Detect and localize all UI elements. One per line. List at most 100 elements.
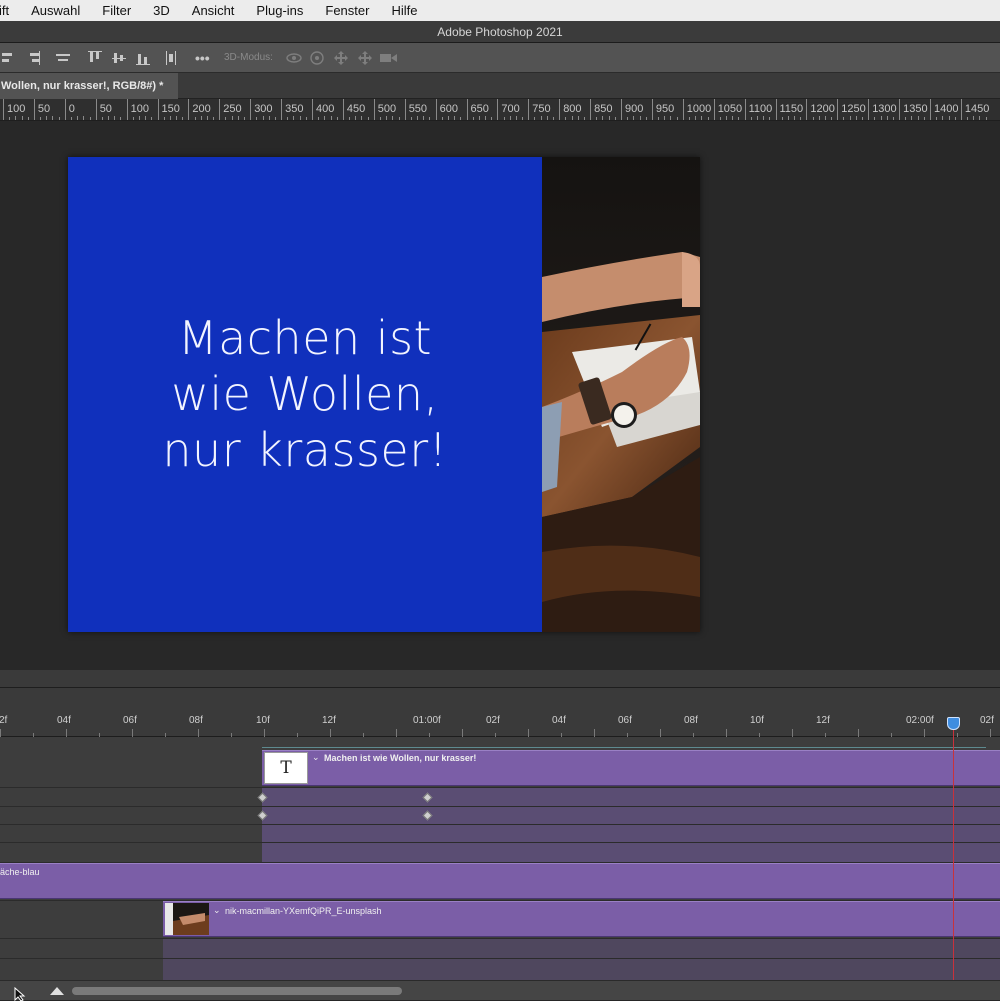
menu-hilfe[interactable]: Hilfe xyxy=(379,3,427,18)
horizontal-ruler: 100 50 0 50 100 150 200 250 300 350 400 450 500 550 60… xyxy=(0,99,1000,121)
3d-pan-icon[interactable] xyxy=(334,51,348,65)
ruler-minor-tick xyxy=(726,116,728,120)
chevron-down-icon[interactable]: ⌄ xyxy=(213,905,221,916)
align-bottom-edges-icon[interactable] xyxy=(136,51,150,65)
image-layer-label: nik-macmillan-YXemfQiPR_E-unsplash xyxy=(225,906,382,916)
align-vertical-centers-icon[interactable] xyxy=(112,51,126,65)
menu-filter[interactable]: Filter xyxy=(90,3,141,18)
ruler-label: 1250 xyxy=(841,103,866,115)
ruler-minor-tick xyxy=(287,117,289,120)
timeline-ruler-label: 02:00f xyxy=(906,715,934,726)
align-horizontal-centers-icon[interactable] xyxy=(28,51,42,65)
ruler-minor-tick xyxy=(21,116,23,120)
ruler-tick xyxy=(64,99,66,120)
ruler-tick xyxy=(744,99,746,120)
text-layer-thumbnail: T xyxy=(264,752,308,784)
timeline-ruler-label: 06f xyxy=(618,715,632,726)
document-tab[interactable]: Wollen, nur krasser!, RGB/8#) * xyxy=(0,73,178,99)
headline-text: Machen ist wie Wollen, nur krasser! xyxy=(162,310,447,478)
ruler-minor-tick xyxy=(942,116,944,120)
3d-camera-icon[interactable] xyxy=(380,52,398,64)
ruler-label: 1400 xyxy=(934,103,959,115)
ruler-minor-tick xyxy=(77,116,79,120)
ruler-minor-tick xyxy=(194,117,196,120)
align-right-edges-icon[interactable] xyxy=(56,51,70,65)
ruler-minor-tick xyxy=(763,116,765,120)
ruler-minor-tick xyxy=(794,116,796,120)
fill-layer-clip[interactable] xyxy=(0,863,1000,899)
headline-line-3: nur krasser! xyxy=(162,422,448,477)
ruler-label: 500 xyxy=(377,103,397,115)
ruler-tick xyxy=(435,99,437,120)
ruler-label: 950 xyxy=(655,103,675,115)
ruler-minor-tick xyxy=(472,117,474,120)
ruler-minor-tick xyxy=(892,117,894,120)
ruler-minor-tick xyxy=(200,116,202,120)
fill-layer-label: äche-blau xyxy=(0,867,40,877)
ruler-tick xyxy=(775,99,777,120)
3d-orbit-icon[interactable] xyxy=(286,51,302,65)
track-separator xyxy=(0,938,1000,939)
ruler-minor-tick xyxy=(701,116,703,120)
ruler-minor-tick xyxy=(89,117,91,120)
ruler-minor-tick xyxy=(967,117,969,120)
ruler-minor-tick xyxy=(843,117,845,120)
ruler-minor-tick xyxy=(417,116,419,120)
ruler-minor-tick xyxy=(750,117,752,120)
ruler-tick xyxy=(868,99,870,120)
track-separator xyxy=(0,806,1000,807)
ruler-minor-tick xyxy=(176,116,178,120)
ruler-minor-tick xyxy=(101,117,103,120)
menu-auswahl[interactable]: Auswahl xyxy=(19,3,90,18)
more-options-icon[interactable]: ••• xyxy=(195,51,210,65)
ruler-minor-tick xyxy=(781,117,783,120)
ruler-minor-tick xyxy=(534,117,536,120)
timeline-scrollbar[interactable] xyxy=(72,987,402,995)
chevron-down-icon[interactable]: ⌄ xyxy=(312,752,320,763)
ruler-tick xyxy=(250,99,252,120)
menu-ansicht[interactable]: Ansicht xyxy=(180,3,245,18)
ruler-minor-tick xyxy=(163,117,165,120)
timeline-tracks: T ⌄ Machen ist wie Wollen, nur krasser! … xyxy=(0,737,1000,980)
ruler-tick xyxy=(466,99,468,120)
menu-edit-partial[interactable]: ift xyxy=(0,3,19,18)
menu-3d[interactable]: 3D xyxy=(141,3,180,18)
distribute-icon[interactable] xyxy=(164,51,178,65)
ruler-label: 850 xyxy=(594,103,613,115)
ruler-label: 400 xyxy=(316,103,335,115)
ruler-minor-tick xyxy=(324,116,326,120)
playhead-handle[interactable] xyxy=(947,717,960,730)
work-area-bar[interactable] xyxy=(262,747,986,748)
align-left-edges-icon[interactable] xyxy=(2,51,16,65)
ruler-tick xyxy=(95,99,97,120)
timeline-ruler[interactable]: 2f 04f 06f 08f 10f 12f 01:00f 02f 04f 06f 08f 10f 12… xyxy=(0,688,1000,737)
ruler-minor-tick xyxy=(262,116,264,120)
ruler-minor-tick xyxy=(769,117,771,120)
ruler-label: 150 xyxy=(161,103,180,115)
3d-slide-icon[interactable] xyxy=(358,51,372,65)
ruler-minor-tick xyxy=(58,117,60,120)
ruler-minor-tick xyxy=(614,117,616,120)
ruler-minor-tick xyxy=(293,116,295,120)
ruler-label: 1000 xyxy=(686,103,712,115)
ruler-minor-tick xyxy=(645,117,647,120)
ruler-minor-tick xyxy=(355,116,357,120)
ruler-minor-tick xyxy=(596,117,598,120)
3d-roll-icon[interactable] xyxy=(310,51,324,65)
ruler-tick xyxy=(806,99,808,120)
ruler-minor-tick xyxy=(349,117,351,120)
menu-fenster[interactable]: Fenster xyxy=(313,3,379,18)
align-top-edges-icon[interactable] xyxy=(88,51,102,65)
ruler-minor-tick xyxy=(423,116,425,120)
menu-bar: ift Auswahl Filter 3D Ansicht Plug-ins F… xyxy=(0,0,1000,21)
timeline-ruler-tick xyxy=(66,729,67,737)
headline-line-2: wie Wollen, xyxy=(171,366,439,421)
ruler-minor-tick xyxy=(849,116,851,120)
artboard[interactable]: Machen ist wie Wollen, nur krasser! xyxy=(68,157,700,632)
ruler-minor-tick xyxy=(305,117,307,120)
ruler-minor-tick xyxy=(237,116,239,120)
ruler-minor-tick xyxy=(818,116,820,120)
menu-plug-ins[interactable]: Plug-ins xyxy=(244,3,313,18)
zoom-mountain-icon[interactable] xyxy=(50,985,64,995)
timeline-ruler-tick xyxy=(990,729,991,737)
